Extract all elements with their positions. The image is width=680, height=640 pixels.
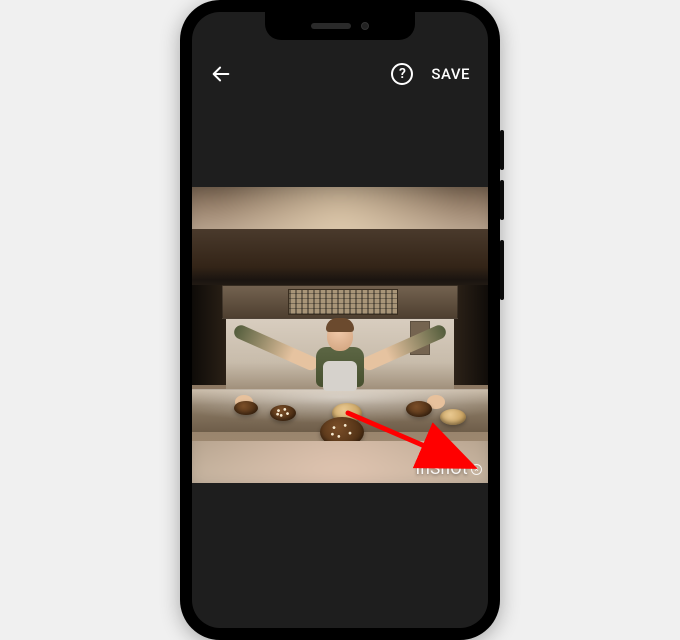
watermark-text: InShOt <box>415 459 468 479</box>
cookie <box>234 401 258 415</box>
photo-content <box>192 229 488 441</box>
app-top-bar: ? SAVE <box>192 54 488 94</box>
power-button <box>500 240 504 300</box>
display-notch <box>265 12 415 40</box>
person <box>255 321 425 409</box>
front-camera <box>361 22 369 30</box>
editor-canvas[interactable]: InShOt × <box>192 187 488 483</box>
help-icon[interactable]: ? <box>391 63 413 85</box>
cookie <box>320 417 364 441</box>
cookie <box>270 405 296 421</box>
cookie <box>406 401 432 417</box>
screen: ? SAVE <box>192 12 488 628</box>
volume-down-button <box>500 180 504 220</box>
watermark-remove-icon[interactable]: × <box>471 464 482 475</box>
save-button[interactable]: SAVE <box>431 65 470 83</box>
cookie <box>440 409 466 425</box>
back-icon[interactable] <box>210 63 232 85</box>
phone-frame: ? SAVE <box>180 0 500 640</box>
watermark[interactable]: InShOt × <box>415 459 482 479</box>
speaker-grille <box>311 23 351 29</box>
volume-up-button <box>500 130 504 170</box>
